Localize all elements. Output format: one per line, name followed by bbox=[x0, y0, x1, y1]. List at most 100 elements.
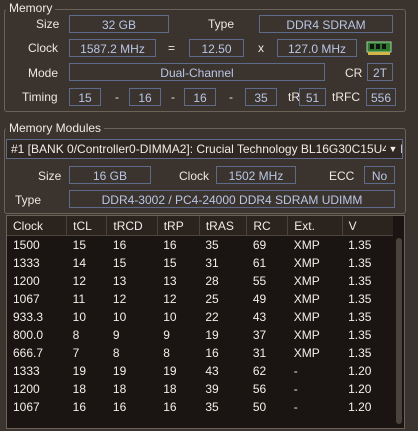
table-row[interactable]: 933.3 10 10 10 22 43 XMP 1.35 bbox=[7, 308, 393, 326]
table-cell: 1067 bbox=[13, 400, 40, 414]
memory-clock-field: 1587.2 MHz bbox=[69, 39, 156, 57]
table-cell: 37 bbox=[252, 328, 267, 342]
table-cell: 18 bbox=[72, 382, 87, 396]
table-row[interactable]: 1200 18 18 18 39 56 - 1.20 bbox=[7, 380, 393, 398]
memory-timing-label: Timing bbox=[22, 90, 58, 104]
table-cell: 12 bbox=[163, 292, 177, 306]
module-select-value: #1 [BANK 0/Controller0-DIMMA2]: Crucial … bbox=[11, 142, 403, 156]
memory-type-field: DDR4 SDRAM bbox=[259, 15, 393, 33]
column-header-tras[interactable]: tRAS bbox=[199, 216, 248, 236]
memory-mode-field: Dual-Channel bbox=[69, 63, 325, 81]
table-row[interactable]: 1333 14 15 15 31 61 XMP 1.35 bbox=[7, 254, 393, 272]
table-cell: 56 bbox=[252, 382, 267, 396]
cr-label: CR bbox=[345, 66, 363, 80]
table-cell: 35 bbox=[205, 400, 219, 414]
module-select[interactable]: #1 [BANK 0/Controller0-DIMMA2]: Crucial … bbox=[6, 139, 403, 159]
table-row[interactable]: 1500 15 16 16 35 69 XMP 1.35 bbox=[7, 236, 393, 255]
table-cell: 16 bbox=[112, 238, 127, 252]
table-cell: 1333 bbox=[13, 256, 40, 270]
table-cell: 8 bbox=[163, 346, 170, 360]
memory-legend: Memory bbox=[6, 1, 56, 15]
column-header-tcl[interactable]: tCL bbox=[66, 216, 108, 236]
table-cell: 12 bbox=[112, 292, 127, 306]
table-cell: 31 bbox=[205, 256, 219, 270]
ram-module-icon bbox=[366, 41, 392, 55]
chevron-down-icon[interactable]: ▼ bbox=[386, 140, 400, 158]
table-cell: 43 bbox=[252, 310, 267, 324]
table-cell: 10 bbox=[163, 310, 177, 324]
trc-field: 51 bbox=[299, 88, 326, 106]
multiplier-field: 12.50 bbox=[189, 39, 244, 57]
table-cell: XMP bbox=[293, 292, 320, 306]
table-cell: 49 bbox=[252, 292, 267, 306]
table-cell: 16 bbox=[163, 400, 177, 414]
table-cell: 1.20 bbox=[348, 364, 372, 378]
bus-clock-field: 127.0 MHz bbox=[277, 39, 357, 57]
ecc-field: No bbox=[364, 166, 395, 184]
table-cell: 19 bbox=[112, 364, 127, 378]
table-cell: 1.35 bbox=[348, 346, 372, 360]
table-cell: 19 bbox=[72, 364, 87, 378]
column-header-ext[interactable]: Ext. bbox=[287, 216, 343, 236]
spd-timing-table[interactable]: Clock tCL tRCD tRP tRAS RC Ext. V 1500 15… bbox=[6, 215, 405, 429]
column-header-rc[interactable]: RC bbox=[246, 216, 289, 236]
trfc-field: 556 bbox=[366, 88, 396, 106]
table-cell: XMP bbox=[293, 238, 320, 252]
table-cell: 61 bbox=[252, 256, 267, 270]
table-cell: 14 bbox=[72, 256, 87, 270]
table-cell: 22 bbox=[205, 310, 219, 324]
table-cell: 1067 bbox=[13, 292, 40, 306]
memory-type-label: Type bbox=[208, 17, 235, 31]
table-cell: 25 bbox=[205, 292, 219, 306]
table-cell: 13 bbox=[163, 274, 177, 288]
table-cell: 800.0 bbox=[13, 328, 44, 342]
memory-size-label: Size bbox=[36, 17, 60, 31]
table-cell: 666.7 bbox=[13, 346, 44, 360]
table-row[interactable]: 1067 16 16 16 35 50 - 1.20 bbox=[7, 398, 393, 416]
module-clock-field: 1502 MHz bbox=[216, 166, 296, 184]
column-header-trp[interactable]: tRP bbox=[157, 216, 200, 236]
table-cell: 1.35 bbox=[348, 310, 372, 324]
timing-table: Clock tCL tRCD tRP tRAS RC Ext. V 1500 15… bbox=[7, 216, 393, 416]
ecc-label: ECC bbox=[329, 169, 355, 183]
table-cell: 19 bbox=[205, 328, 219, 342]
table-cell: 1500 bbox=[13, 238, 40, 252]
timing-dash: - bbox=[115, 90, 119, 104]
table-cell: 13 bbox=[112, 274, 127, 288]
timing-trp-field: 16 bbox=[184, 88, 216, 106]
module-size-label: Size bbox=[38, 169, 62, 183]
table-cell: 39 bbox=[205, 382, 219, 396]
table-cell: 8 bbox=[112, 346, 120, 360]
column-header-voltage[interactable]: V bbox=[342, 216, 393, 236]
column-header-clock[interactable]: Clock bbox=[7, 216, 68, 236]
table-cell: 19 bbox=[163, 364, 177, 378]
table-cell: 1200 bbox=[13, 274, 40, 288]
table-cell: 1200 bbox=[13, 382, 40, 396]
table-cell: - bbox=[293, 400, 298, 414]
table-cell: 9 bbox=[163, 328, 170, 342]
table-cell: 1.20 bbox=[348, 382, 372, 396]
table-row[interactable]: 800.0 8 9 9 19 37 XMP 1.35 bbox=[7, 326, 393, 344]
table-scrollbar[interactable] bbox=[394, 216, 404, 428]
timing-tras-field: 35 bbox=[245, 88, 277, 106]
table-row[interactable]: 1333 19 19 19 43 62 - 1.20 bbox=[7, 362, 393, 380]
table-cell: 16 bbox=[112, 400, 127, 414]
table-cell: XMP bbox=[293, 346, 320, 360]
table-cell: 28 bbox=[205, 274, 219, 288]
scrollbar-thumb[interactable] bbox=[396, 238, 402, 424]
column-header-trcd[interactable]: tRCD bbox=[106, 216, 158, 236]
table-cell: 9 bbox=[112, 328, 120, 342]
table-cell: - bbox=[293, 382, 298, 396]
module-clock-label: Clock bbox=[179, 169, 210, 183]
table-cell: 8 bbox=[72, 328, 80, 342]
table-cell: 7 bbox=[72, 346, 80, 360]
table-cell: 10 bbox=[72, 310, 87, 324]
table-row[interactable]: 1067 11 12 12 25 49 XMP 1.35 bbox=[7, 290, 393, 308]
table-row[interactable]: 1200 12 13 13 28 55 XMP 1.35 bbox=[7, 272, 393, 290]
table-cell: 10 bbox=[112, 310, 127, 324]
memory-size-field: 32 GB bbox=[69, 15, 169, 33]
times-sign: x bbox=[258, 41, 264, 55]
table-cell: 1.35 bbox=[348, 328, 372, 342]
table-row[interactable]: 666.7 7 8 8 16 31 XMP 1.35 bbox=[7, 344, 393, 362]
table-cell: 31 bbox=[252, 346, 267, 360]
